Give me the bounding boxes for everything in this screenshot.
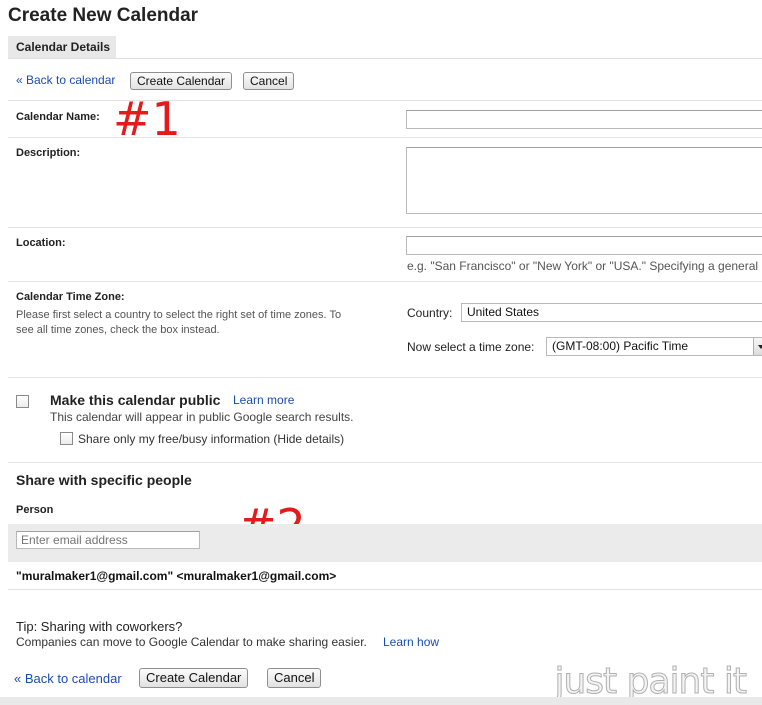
- create-calendar-button-bottom[interactable]: Create Calendar: [139, 668, 249, 688]
- description-label: Description:: [16, 147, 81, 159]
- time-zone-select[interactable]: (GMT-08:00) Pacific Time: [546, 337, 762, 356]
- public-note: This calendar will appear in public Goog…: [50, 410, 354, 424]
- time-zone-help-line2: see all time zones, check the box instea…: [16, 324, 220, 336]
- annotation-1: #1: [113, 92, 181, 146]
- free-busy-label: Share only my free/busy information (Hid…: [78, 432, 345, 446]
- time-zone-help-line1: Please first select a country to select …: [16, 309, 342, 321]
- learn-how-link[interactable]: Learn how: [383, 635, 439, 649]
- email-input[interactable]: [16, 531, 200, 549]
- calendar-name-input[interactable]: [406, 110, 762, 129]
- description-textarea[interactable]: [406, 147, 762, 214]
- bottom-border: [0, 697, 762, 705]
- back-to-calendar-link[interactable]: « Back to calendar: [16, 73, 115, 87]
- tab-divider: [8, 58, 762, 59]
- tab-calendar-details[interactable]: Calendar Details: [8, 36, 116, 58]
- share-heading: Share with specific people: [16, 472, 192, 488]
- tip-heading: Tip: Sharing with coworkers?: [16, 619, 183, 634]
- tip-body: Companies can move to Google Calendar to…: [16, 635, 367, 649]
- location-label: Location:: [16, 237, 66, 249]
- divider: [8, 377, 762, 378]
- dropdown-arrow-icon[interactable]: [753, 338, 762, 355]
- owner-entry: "muralmaker1@gmail.com" <muralmaker1@gma…: [16, 569, 337, 583]
- time-zone-label: Calendar Time Zone:: [16, 291, 125, 303]
- page-title: Create New Calendar: [8, 5, 199, 26]
- time-zone-select-label: Now select a time zone:: [407, 340, 535, 354]
- cancel-button[interactable]: Cancel: [243, 72, 295, 90]
- divider: [8, 281, 762, 282]
- person-label: Person: [16, 504, 54, 516]
- learn-more-link[interactable]: Learn more: [233, 393, 294, 407]
- cancel-button-bottom[interactable]: Cancel: [267, 668, 322, 688]
- back-to-calendar-link-bottom[interactable]: « Back to calendar: [14, 671, 122, 686]
- free-busy-checkbox[interactable]: [60, 432, 73, 445]
- country-select[interactable]: United States: [461, 303, 762, 322]
- watermark: just paint it: [554, 661, 748, 703]
- divider: [8, 227, 762, 228]
- time-zone-select-value: (GMT-08:00) Pacific Time: [552, 339, 689, 353]
- public-label: Make this calendar public: [50, 392, 221, 408]
- country-select-value: United States: [467, 305, 540, 319]
- country-label: Country:: [407, 306, 453, 320]
- divider: [8, 589, 762, 590]
- create-calendar-button[interactable]: Create Calendar: [130, 72, 233, 90]
- location-hint: e.g. "San Francisco" or "New York" or "U…: [407, 259, 759, 273]
- divider: [8, 137, 762, 138]
- calendar-name-label: Calendar Name:: [16, 111, 100, 123]
- divider: [8, 462, 762, 463]
- public-checkbox[interactable]: [16, 395, 29, 408]
- location-input[interactable]: [406, 236, 762, 255]
